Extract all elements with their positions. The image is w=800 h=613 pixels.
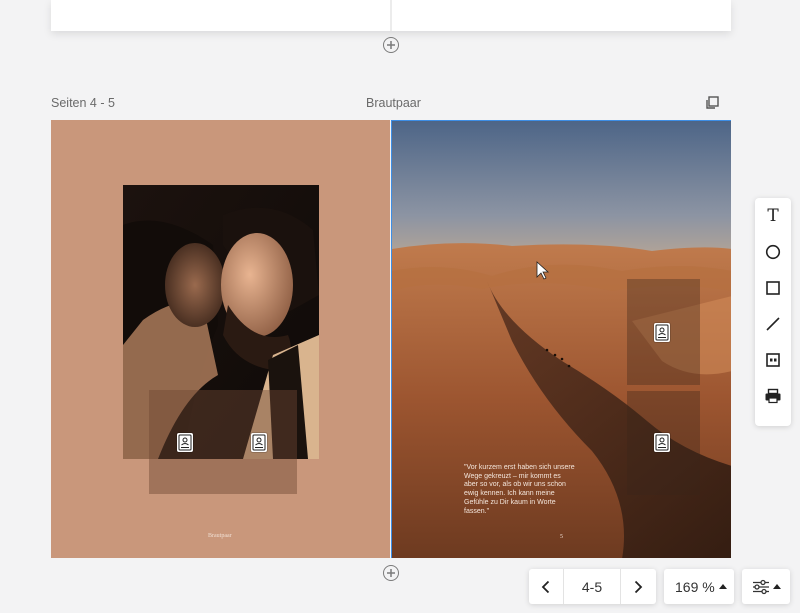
circle-icon: [765, 244, 781, 260]
placeholder-tool-button[interactable]: [755, 342, 791, 378]
text-tool-icon: T: [767, 206, 779, 226]
chevron-right-icon: [634, 580, 643, 593]
ellipse-tool-button[interactable]: [755, 234, 791, 270]
square-icon: [766, 281, 780, 295]
line-tool-button[interactable]: [755, 306, 791, 342]
page-navigator: 4-5: [529, 569, 656, 604]
image-placeholder-icon[interactable]: [654, 323, 670, 342]
image-placeholder-icon[interactable]: [177, 433, 193, 452]
right-page-number: 5: [560, 534, 563, 540]
settings-menu-button[interactable]: [742, 569, 790, 604]
plus-icon: [387, 41, 395, 49]
plus-icon: [387, 569, 395, 577]
spread-divider: [390, 0, 392, 31]
image-placeholder-icon[interactable]: [251, 433, 267, 452]
next-page-button[interactable]: [621, 569, 655, 604]
caret-up-icon: [718, 584, 727, 589]
zoom-value: 169 %: [675, 578, 715, 595]
add-page-button-bottom[interactable]: [383, 565, 399, 581]
add-page-button-top[interactable]: [383, 37, 399, 53]
copy-icon: [706, 96, 719, 109]
insert-tools-panel: T: [755, 198, 791, 426]
right-page[interactable]: "Vor kurzem erst haben sich unsere Wege …: [391, 120, 731, 558]
duplicate-spread-button[interactable]: [704, 95, 720, 111]
image-placeholder-icon[interactable]: [654, 433, 670, 452]
caret-up-icon: [772, 584, 781, 589]
photo-placeholder-icon: [766, 353, 780, 367]
previous-spread[interactable]: [51, 0, 731, 31]
line-icon: [766, 317, 780, 331]
chevron-left-icon: [541, 580, 550, 593]
print-tool-button[interactable]: [755, 378, 791, 414]
sliders-icon: [752, 579, 769, 594]
previous-page-button[interactable]: [529, 569, 563, 604]
zoom-selector[interactable]: 169 %: [664, 569, 734, 604]
rectangle-tool-button[interactable]: [755, 270, 791, 306]
left-page-footer: Brautpaar: [208, 533, 232, 539]
text-tool-button[interactable]: T: [755, 198, 791, 234]
text-placeholder-box[interactable]: [149, 390, 297, 494]
page-range-display[interactable]: 4-5: [564, 579, 620, 595]
spread-pages-label: Seiten 4 - 5: [51, 96, 115, 110]
printer-icon: [765, 388, 781, 404]
quote-text[interactable]: "Vor kurzem erst haben sich unsere Wege …: [464, 464, 576, 516]
spread-title: Brautpaar: [366, 96, 421, 110]
left-page[interactable]: Brautpaar: [51, 120, 390, 558]
